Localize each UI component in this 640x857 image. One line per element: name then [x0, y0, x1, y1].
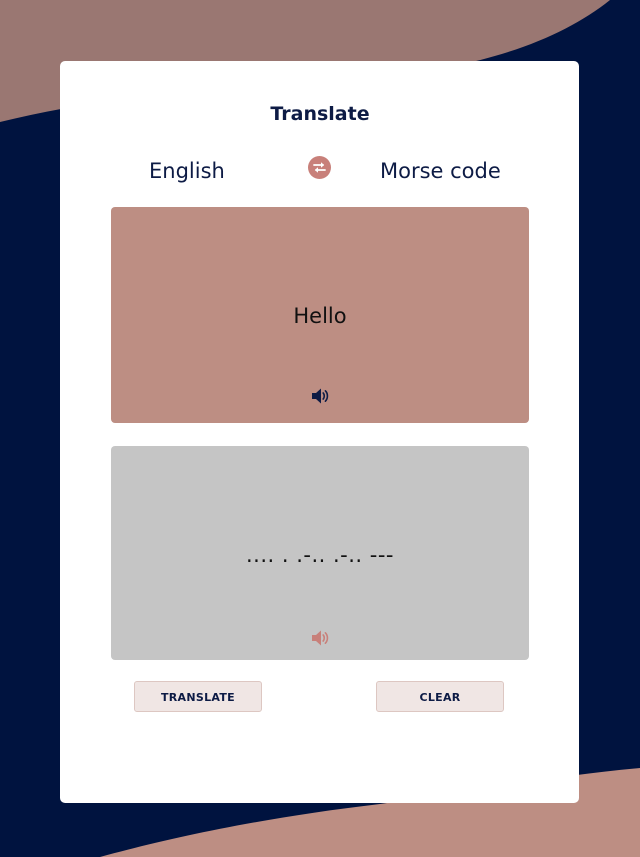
speak-input-button[interactable] — [310, 386, 330, 406]
source-language[interactable]: English — [149, 156, 225, 186]
input-panel[interactable]: Hello — [111, 207, 529, 423]
swap-languages-button[interactable] — [308, 156, 331, 179]
page: Translate English Morse code Hello .... … — [0, 0, 640, 857]
translate-button[interactable]: TRANSLATE — [134, 681, 262, 712]
speaker-icon — [312, 630, 329, 646]
speaker-icon — [312, 388, 329, 404]
target-language[interactable]: Morse code — [380, 156, 501, 186]
clear-button[interactable]: CLEAR — [376, 681, 504, 712]
input-text[interactable]: Hello — [111, 301, 529, 331]
speak-output-button[interactable] — [310, 628, 330, 648]
output-panel: .... . .-.. .-.. --- — [111, 446, 529, 660]
swap-arrows-icon — [313, 162, 326, 173]
output-text: .... . .-.. .-.. --- — [245, 543, 395, 567]
page-title: Translate — [270, 103, 370, 125]
